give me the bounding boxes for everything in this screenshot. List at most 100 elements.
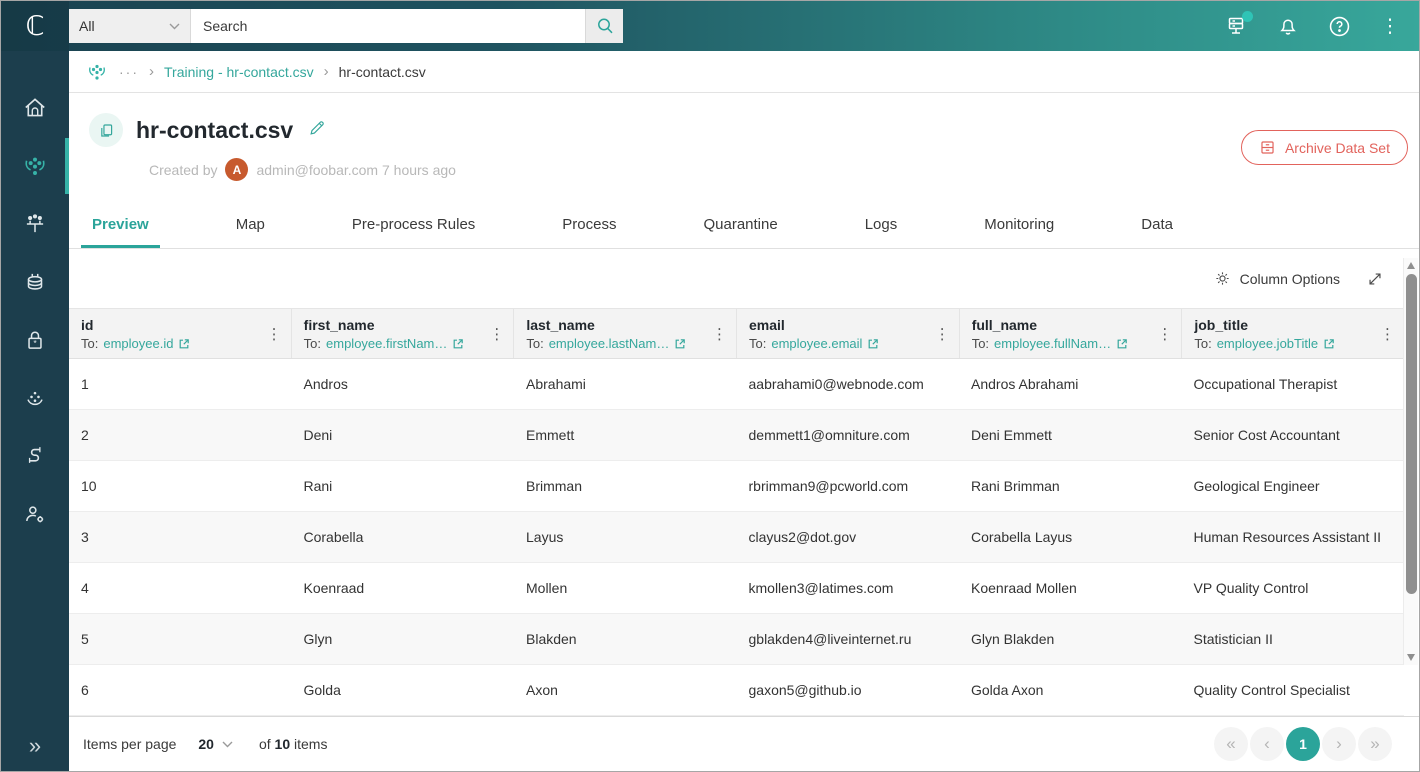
sidebar-item-network[interactable] [1, 369, 69, 427]
mapping-link[interactable]: employee.email [771, 336, 862, 351]
mapping-link[interactable]: employee.lastNam… [549, 336, 670, 351]
column-name: id [81, 317, 94, 333]
sidebar: * » [1, 51, 69, 771]
column-name: email [749, 317, 785, 333]
mapping-link[interactable]: employee.jobTitle [1217, 336, 1318, 351]
table-cell: Mollen [526, 580, 568, 596]
column-menu-button[interactable]: ⋮ [1380, 325, 1395, 343]
column-menu-button[interactable]: ⋮ [489, 325, 504, 343]
table-cell: Golda [303, 682, 341, 698]
sidebar-item-pipelines[interactable] [1, 427, 69, 485]
vertical-scrollbar[interactable] [1403, 258, 1418, 665]
sidebar-expand-button[interactable]: » [1, 719, 69, 771]
sidebar-item-data-sets[interactable] [1, 137, 69, 195]
tab-quarantine[interactable]: Quarantine [692, 201, 788, 248]
breadcrumb-parent-link[interactable]: Training - hr-contact.csv [164, 64, 314, 80]
table-cell: Brimman [526, 478, 583, 494]
sidebar-item-user-admin[interactable] [1, 485, 69, 543]
table-cell: Andros Abrahami [971, 376, 1079, 392]
last-page-button[interactable]: » [1358, 727, 1392, 761]
tab-logs[interactable]: Logs [854, 201, 909, 248]
table-cell: 4 [81, 580, 89, 596]
mapping-link[interactable]: employee.fullNam… [994, 336, 1111, 351]
tab-preview[interactable]: Preview [81, 201, 160, 248]
scroll-down-arrow[interactable] [1407, 654, 1415, 661]
table-body: 1 Andros Abrahami aabrahami0@webnode.com And… [69, 359, 1404, 716]
items-per-page-label: Items per page [83, 736, 177, 752]
table-cell: 1 [81, 376, 89, 392]
search-input[interactable] [191, 9, 585, 43]
external-link-icon [675, 338, 686, 348]
table-cell: Occupational Therapist [1193, 376, 1338, 392]
pencil-icon [310, 120, 324, 135]
external-link-icon [1324, 338, 1334, 348]
mapping-link[interactable]: employee.id [103, 336, 173, 351]
prev-page-button[interactable]: ‹ [1250, 727, 1284, 761]
user-gear-icon [26, 506, 44, 523]
sidebar-item-security[interactable]: * [1, 311, 69, 369]
edit-title-button[interactable] [308, 119, 326, 142]
table-cell: Koenraad Mollen [971, 580, 1077, 596]
notifications-button[interactable] [1275, 13, 1301, 39]
mapping-label: To: [971, 336, 990, 351]
archive-icon [1261, 141, 1274, 154]
scroll-up-arrow[interactable] [1407, 262, 1415, 269]
expand-table-button[interactable] [1366, 270, 1384, 288]
mapping-label: To: [303, 336, 322, 351]
topbar: ℂ All ⋮ [1, 1, 1419, 51]
column-header-id: id To: employee.id ⋮ [69, 309, 292, 358]
column-header-last_name: last_name To: employee.lastNam… ⋮ [514, 309, 738, 358]
more-menu-button[interactable]: ⋮ [1377, 13, 1403, 39]
archive-dataset-button[interactable]: Archive Data Set [1240, 130, 1408, 165]
table-cell: 2 [81, 427, 89, 443]
page-size-select[interactable]: 20 [198, 736, 233, 752]
tab-map[interactable]: Map [225, 201, 276, 248]
tab-pre-process-rules[interactable]: Pre-process Rules [341, 201, 486, 248]
search-button[interactable] [585, 9, 623, 43]
sidebar-item-connections[interactable] [1, 195, 69, 253]
first-page-button[interactable]: « [1214, 727, 1248, 761]
help-button[interactable] [1326, 13, 1352, 39]
table-cell: Rani [303, 478, 333, 494]
svg-text:*: * [33, 338, 37, 348]
sidebar-item-data-store[interactable] [1, 253, 69, 311]
next-page-button[interactable]: › [1322, 727, 1356, 761]
kebab-icon: ⋮ [1380, 14, 1400, 37]
system-status-button[interactable] [1224, 11, 1253, 39]
active-indicator [65, 138, 69, 194]
table-row: 3 Corabella Layus clayus2@dot.gov Corabella … [69, 512, 1404, 563]
chevron-down-icon [169, 23, 180, 29]
mapping-link[interactable]: employee.firstNam… [326, 336, 447, 351]
tab-process[interactable]: Process [551, 201, 627, 248]
sidebar-item-home[interactable] [1, 79, 69, 137]
column-menu-button[interactable]: ⋮ [1157, 325, 1172, 343]
table-cell: Deni [303, 427, 333, 443]
breadcrumb-ellipsis[interactable]: ··· [119, 64, 139, 80]
tab-monitoring[interactable]: Monitoring [973, 201, 1065, 248]
column-name: last_name [526, 317, 595, 333]
breadcrumb: ··· › Training - hr-contact.csv › hr-con… [69, 51, 1419, 93]
column-options-button[interactable]: Column Options [1214, 270, 1340, 287]
column-menu-button[interactable]: ⋮ [935, 325, 950, 343]
table-cell: Abrahami [526, 376, 586, 392]
table-cell: Layus [526, 529, 564, 545]
table-cell: rbrimman9@pcworld.com [748, 478, 909, 494]
creator-info: admin@foobar.com 7 hours ago [256, 161, 456, 178]
column-name: first_name [303, 317, 375, 333]
search-scope-select[interactable]: All [69, 9, 191, 43]
connections-icon [26, 214, 44, 233]
archive-button-label: Archive Data Set [1284, 139, 1390, 156]
column-menu-button[interactable]: ⋮ [712, 325, 727, 343]
scrollbar-thumb[interactable] [1406, 274, 1417, 594]
column-menu-button[interactable]: ⋮ [267, 325, 282, 343]
table-row: 10 Rani Brimman rbrimman9@pcworld.com Rani B… [69, 461, 1404, 512]
app-logo[interactable]: ℂ [1, 1, 69, 51]
external-link-icon [1117, 338, 1127, 348]
table-cell: 6 [81, 682, 89, 698]
column-header-full_name: full_name To: employee.fullNam… ⋮ [960, 309, 1183, 358]
table-toolbar: Column Options [69, 249, 1419, 308]
table-cell: gaxon5@github.io [748, 682, 862, 698]
current-page-button[interactable]: 1 [1286, 727, 1320, 761]
column-mapping: To: employee.id [81, 336, 267, 351]
tab-data[interactable]: Data [1130, 201, 1184, 248]
